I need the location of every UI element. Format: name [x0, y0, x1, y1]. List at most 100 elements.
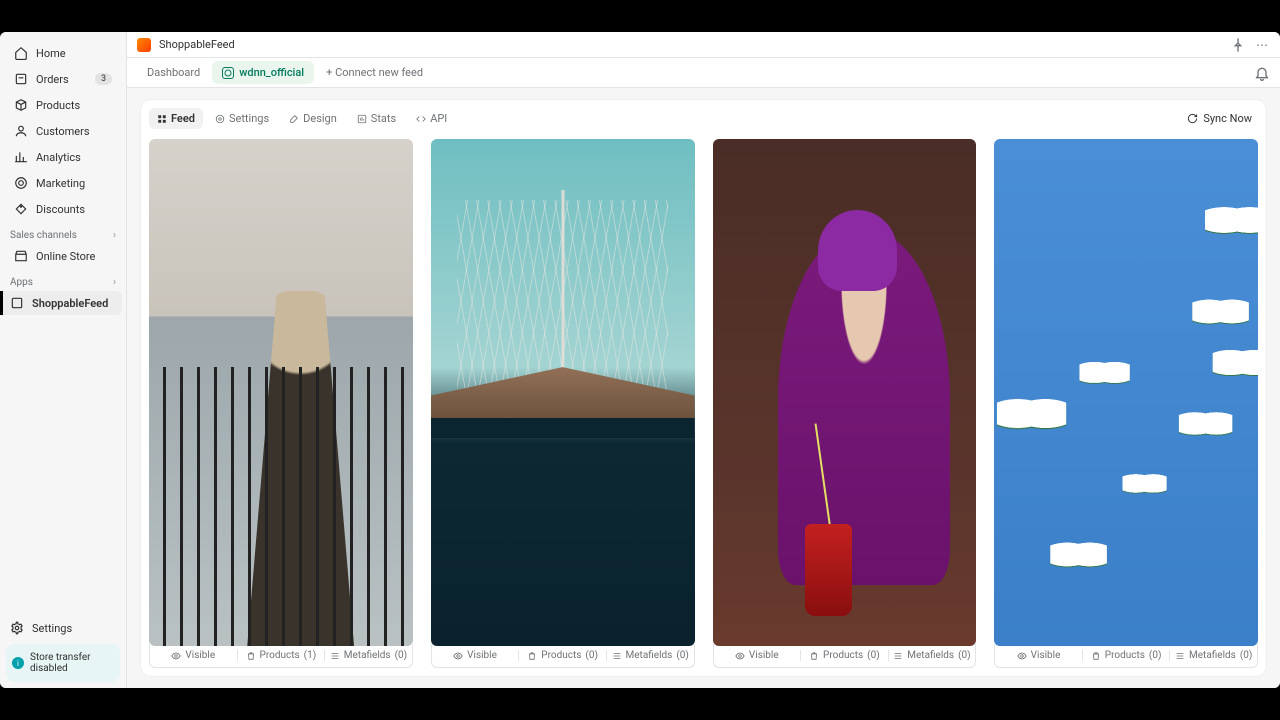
gear-icon [10, 621, 24, 635]
subtab-settings[interactable]: Settings [207, 108, 277, 129]
store-transfer-note: i Store transfer disabled [6, 644, 120, 682]
eye-icon [453, 651, 463, 661]
feed-grid: Visible Products (1) Metafields (0) Visi… [141, 139, 1266, 676]
orders-badge: 3 [95, 73, 112, 85]
instagram-icon [222, 67, 234, 79]
feed-thumbnail [431, 139, 695, 646]
app-icon [10, 296, 24, 310]
nav-label: Analytics [36, 151, 81, 164]
feed-card[interactable]: Visible Products (0) Metafields (0) [431, 139, 695, 668]
feed-card[interactable]: Visible Products (0) Metafields (0) [713, 139, 977, 668]
list-icon [1175, 651, 1185, 661]
app-logo-icon [137, 38, 151, 52]
products-icon [14, 98, 28, 112]
nav-orders[interactable]: Orders 3 [4, 67, 122, 91]
feed-card[interactable]: Visible Products (1) Metafields (0) [149, 139, 413, 668]
meta-metafields[interactable]: Metafields (0) [1169, 650, 1257, 661]
feed-tabs: Dashboard wdnn_official + Connect new fe… [127, 58, 1280, 88]
nav-customers[interactable]: Customers [4, 119, 122, 143]
sidebar: Home Orders 3 Products Customers Analyti… [0, 32, 126, 688]
meta-visible[interactable]: Visible [995, 650, 1082, 661]
bag-icon [809, 651, 819, 661]
marketing-icon [14, 176, 28, 190]
bag-icon [246, 651, 256, 661]
meta-products[interactable]: Products (0) [800, 650, 888, 661]
customers-icon [14, 124, 28, 138]
meta-products[interactable]: Products (1) [237, 650, 325, 661]
stats-icon [357, 114, 367, 124]
nav-marketing[interactable]: Marketing [4, 171, 122, 195]
orders-icon [14, 72, 28, 86]
nav-label: Products [36, 99, 80, 112]
meta-metafields[interactable]: Metafields (0) [606, 650, 694, 661]
tab-feed-account[interactable]: wdnn_official [212, 61, 314, 84]
analytics-icon [14, 150, 28, 164]
meta-visible[interactable]: Visible [150, 650, 237, 661]
feed-thumbnail [149, 139, 413, 646]
meta-products[interactable]: Products (0) [1082, 650, 1170, 661]
bag-icon [527, 651, 537, 661]
card-meta: Visible Products (0) Metafields (0) [994, 644, 1258, 668]
grid-icon [157, 114, 167, 124]
nav-label: Customers [36, 125, 90, 138]
refresh-icon [1187, 113, 1198, 124]
feed-card[interactable]: Visible Products (0) Metafields (0) [994, 139, 1258, 668]
meta-visible[interactable]: Visible [714, 650, 801, 661]
meta-metafields[interactable]: Metafields (0) [324, 650, 412, 661]
nav-label: Discounts [36, 203, 85, 216]
nav-analytics[interactable]: Analytics [4, 145, 122, 169]
eye-icon [171, 651, 181, 661]
nav-discounts[interactable]: Discounts [4, 197, 122, 221]
subtab-design[interactable]: Design [281, 108, 345, 129]
nav-home[interactable]: Home [4, 41, 122, 65]
brush-icon [289, 114, 299, 124]
card-meta: Visible Products (0) Metafields (0) [431, 644, 695, 668]
card-meta: Visible Products (1) Metafields (0) [149, 644, 413, 668]
chevron-right-icon: › [113, 277, 116, 288]
list-icon [612, 651, 622, 661]
channels-section[interactable]: Sales channels › [0, 222, 126, 243]
bag-icon [1091, 651, 1101, 661]
tab-connect-new[interactable]: + Connect new feed [316, 61, 433, 84]
chevron-right-icon: › [113, 230, 116, 241]
list-icon [330, 651, 340, 661]
apps-section[interactable]: Apps › [0, 269, 126, 290]
code-icon [416, 114, 426, 124]
feed-thumbnail [994, 139, 1258, 646]
bell-icon[interactable] [1254, 65, 1270, 81]
pin-icon[interactable] [1230, 37, 1246, 53]
nav-label: Online Store [36, 250, 95, 263]
home-icon [14, 46, 28, 60]
discounts-icon [14, 202, 28, 216]
meta-visible[interactable]: Visible [432, 650, 519, 661]
app-topbar: ShoppableFeed ⋯ [127, 32, 1280, 58]
card-meta: Visible Products (0) Metafields (0) [713, 644, 977, 668]
feed-panel: Feed Settings Design Stats [141, 100, 1266, 676]
info-icon: i [12, 657, 24, 669]
feed-thumbnail [713, 139, 977, 646]
subtab-stats[interactable]: Stats [349, 108, 404, 129]
main-area: ShoppableFeed ⋯ Dashboard wdnn_official … [126, 32, 1280, 688]
subtab-feed[interactable]: Feed [149, 108, 203, 129]
nav-online-store[interactable]: Online Store [4, 244, 122, 268]
nav-label: Home [36, 47, 66, 60]
sync-now-button[interactable]: Sync Now [1181, 108, 1258, 129]
eye-icon [735, 651, 745, 661]
more-icon[interactable]: ⋯ [1254, 37, 1270, 53]
eye-icon [1017, 651, 1027, 661]
nav-settings[interactable]: Settings [6, 616, 120, 640]
tab-dashboard[interactable]: Dashboard [137, 61, 210, 84]
meta-products[interactable]: Products (0) [518, 650, 606, 661]
panel-subtabs: Feed Settings Design Stats [141, 100, 1266, 139]
meta-metafields[interactable]: Metafields (0) [888, 650, 976, 661]
nav-label: ShoppableFeed [32, 297, 108, 310]
nav-label: Marketing [36, 177, 85, 190]
gear-icon [215, 114, 225, 124]
nav-app-shoppablefeed[interactable]: ShoppableFeed [0, 291, 122, 315]
nav-products[interactable]: Products [4, 93, 122, 117]
app-title: ShoppableFeed [159, 38, 235, 51]
nav-label: Orders [36, 73, 69, 86]
list-icon [893, 651, 903, 661]
store-icon [14, 249, 28, 263]
subtab-api[interactable]: API [408, 108, 455, 129]
